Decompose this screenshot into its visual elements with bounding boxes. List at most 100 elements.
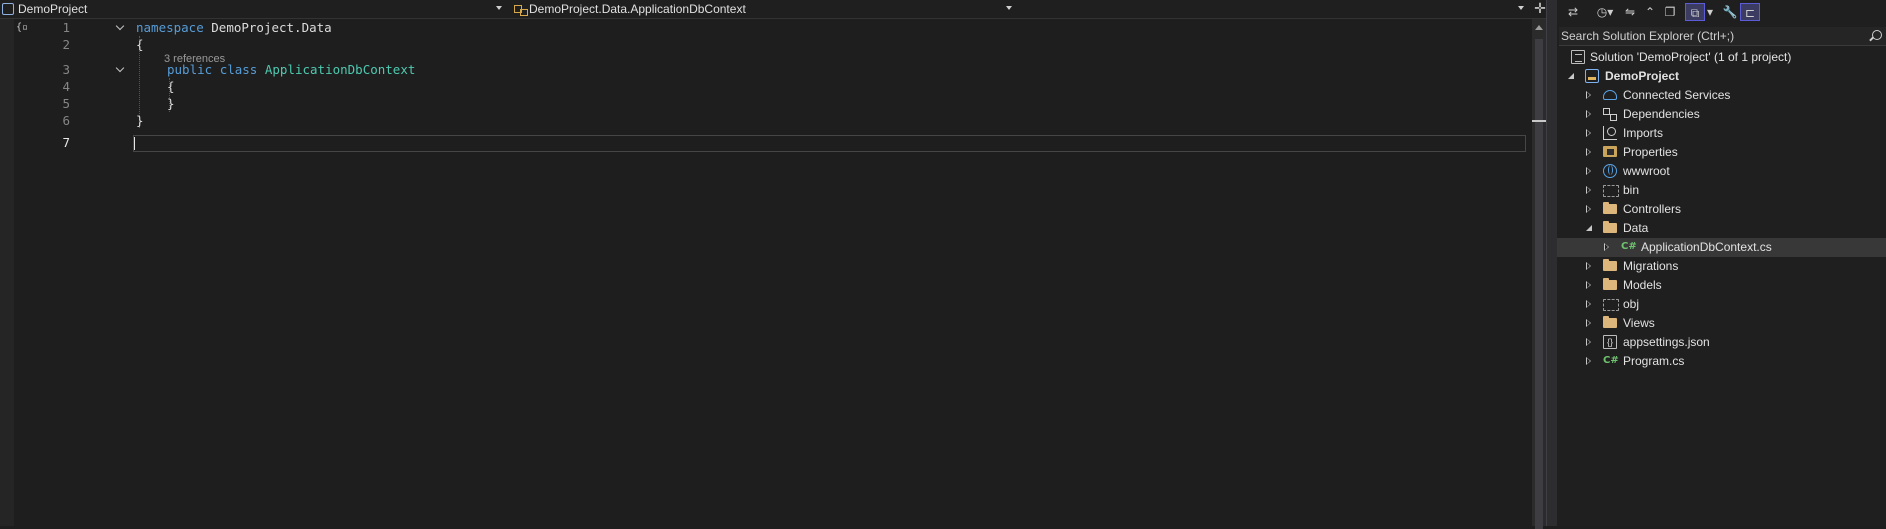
chevron-down-icon <box>1006 6 1012 10</box>
tree-item-models[interactable]: Models <box>1557 276 1886 295</box>
collapsed-arrow-icon[interactable] <box>1586 319 1591 327</box>
csharp-file-icon: C# <box>1603 355 1619 366</box>
code-line-4[interactable]: { <box>167 78 175 95</box>
collapsed-arrow-icon[interactable] <box>1586 129 1591 137</box>
tree-item-label: ApplicationDbContext.cs <box>1641 240 1772 254</box>
sync-with-document-icon[interactable]: ⇋ <box>1621 3 1639 21</box>
project-dropdown[interactable]: DemoProject <box>0 0 508 18</box>
tree-item-views[interactable]: Views <box>1557 314 1886 333</box>
collapse-namespace-icon[interactable] <box>115 23 125 33</box>
expanded-arrow-icon[interactable] <box>1568 73 1574 79</box>
tree-item-label: Connected Services <box>1623 88 1731 102</box>
folder-icon <box>1603 202 1617 214</box>
text-caret <box>134 137 135 150</box>
tree-item-data[interactable]: Data <box>1557 219 1886 238</box>
tree-item-solution[interactable]: Solution 'DemoProject' (1 of 1 project) <box>1557 48 1886 67</box>
search-input[interactable] <box>1561 27 1861 45</box>
tree-item-imports[interactable]: Imports <box>1557 124 1886 143</box>
collapse-all-icon[interactable]: ⌃ <box>1641 3 1659 21</box>
line-number: 2 <box>62 37 70 52</box>
solution-explorer-toolbar: ⇄ ◷▾ ⇋ ⌃ ❐ ⧉ ▾ 🔧 ⊏ <box>1557 0 1886 25</box>
collapsed-arrow-icon[interactable] <box>1586 205 1591 213</box>
code-line-3[interactable]: public class ApplicationDbContext <box>167 61 415 78</box>
solution-explorer-search <box>1559 27 1886 46</box>
pending-changes-filter-icon[interactable]: ◷▾ <box>1591 3 1619 21</box>
tree-item-label: appsettings.json <box>1623 335 1710 349</box>
switch-views-icon[interactable]: ⇄ <box>1564 3 1582 21</box>
scroll-up-icon[interactable] <box>1535 25 1543 30</box>
project-icon <box>1585 69 1599 83</box>
collapsed-arrow-icon[interactable] <box>1586 262 1591 270</box>
tree-item-connected-services[interactable]: Connected Services <box>1557 86 1886 105</box>
tree-item-project[interactable]: DemoProject <box>1557 67 1886 86</box>
collapsed-arrow-icon[interactable] <box>1586 357 1591 365</box>
show-all-files-icon[interactable]: ❐ <box>1661 3 1679 21</box>
collapsed-arrow-icon[interactable] <box>1586 281 1591 289</box>
class-dropdown-label: DemoProject.Data.ApplicationDbContext <box>529 2 746 16</box>
collapsed-arrow-icon[interactable] <box>1586 148 1591 156</box>
collapsed-arrow-icon[interactable] <box>1586 338 1591 346</box>
namespace-name: DemoProject.Data <box>211 20 332 35</box>
tree-item-appsettings[interactable]: {} appsettings.json <box>1557 333 1886 352</box>
split-window-icon[interactable]: ✛ <box>1533 1 1547 15</box>
code-editor[interactable]: DemoProject DemoProject.Data.Application… <box>0 0 1557 529</box>
chevron-down-icon[interactable]: ▾ <box>1705 3 1715 21</box>
tree-item-obj[interactable]: obj <box>1557 295 1886 314</box>
collapsed-arrow-icon[interactable] <box>1586 110 1591 118</box>
tree-item-bin[interactable]: bin <box>1557 181 1886 200</box>
tree-item-migrations[interactable]: Migrations <box>1557 257 1886 276</box>
folder-icon <box>1603 185 1619 197</box>
folder-icon <box>1603 299 1619 311</box>
preview-selected-items-icon[interactable]: ⊏ <box>1740 3 1760 21</box>
collapse-class-icon[interactable] <box>115 65 125 75</box>
line-number: 4 <box>62 79 70 94</box>
code-line-6[interactable]: } <box>136 112 144 129</box>
code-line-1[interactable]: namespace DemoProject.Data <box>136 19 332 36</box>
vertical-scrollbar[interactable] <box>1532 19 1546 529</box>
tree-item-program[interactable]: C# Program.cs <box>1557 352 1886 371</box>
member-dropdown[interactable] <box>1022 0 1530 18</box>
collapsed-arrow-icon[interactable] <box>1586 300 1591 308</box>
tree-item-label: Views <box>1623 316 1655 330</box>
tree-item-label: Program.cs <box>1623 354 1685 368</box>
class-name: ApplicationDbContext <box>264 62 416 77</box>
collapsed-arrow-icon[interactable] <box>1586 167 1591 175</box>
tree-item-dependencies[interactable]: Dependencies <box>1557 105 1886 124</box>
chevron-down-icon <box>496 6 502 10</box>
folder-icon <box>1603 259 1617 271</box>
code-line-5[interactable]: } <box>167 95 175 112</box>
scrollbar-thumb[interactable] <box>1535 39 1543 529</box>
dependencies-icon <box>1603 107 1617 121</box>
class-dropdown[interactable]: DemoProject.Data.ApplicationDbContext <box>512 0 1018 18</box>
line-number: 1 <box>62 20 70 35</box>
solution-icon <box>1571 50 1585 64</box>
indicator-margin <box>0 19 14 526</box>
line-number-current: 7 <box>62 135 70 150</box>
keyword: namespace <box>136 20 204 35</box>
tree-item-wwwroot[interactable]: wwwroot <box>1557 162 1886 181</box>
json-file-icon: {} <box>1603 335 1617 349</box>
tree-item-label: Solution 'DemoProject' (1 of 1 project) <box>1590 50 1792 64</box>
keyword: class <box>219 62 258 77</box>
collapsed-arrow-icon[interactable] <box>1586 186 1591 194</box>
tree-item-properties[interactable]: Properties <box>1557 143 1886 162</box>
editor-navigation-bar: DemoProject DemoProject.Data.Application… <box>0 0 1556 19</box>
collapsed-arrow-icon[interactable] <box>1586 91 1591 99</box>
pane-splitter[interactable] <box>1546 0 1557 526</box>
tree-item-label: Dependencies <box>1623 107 1700 121</box>
search-icon[interactable] <box>1872 30 1882 40</box>
code-line-2[interactable]: { <box>136 36 144 53</box>
tree-item-label: Data <box>1623 221 1649 235</box>
quick-actions-icon[interactable]: {▫ <box>16 22 30 36</box>
properties-wrench-icon[interactable]: 🔧 <box>1721 3 1739 21</box>
view-class-diagram-icon[interactable]: ⧉ <box>1685 3 1705 21</box>
tree-item-label: obj <box>1623 297 1640 311</box>
tree-item-applicationdbcontext[interactable]: C# ApplicationDbContext.cs <box>1557 238 1886 257</box>
connected-services-icon <box>1603 90 1617 100</box>
caret-position-marker <box>1532 120 1546 122</box>
expanded-arrow-icon[interactable] <box>1586 225 1592 231</box>
tree-item-controllers[interactable]: Controllers <box>1557 200 1886 219</box>
collapsed-arrow-icon[interactable] <box>1604 243 1609 251</box>
folder-icon <box>1603 221 1617 233</box>
tree-item-label: Models <box>1623 278 1662 292</box>
